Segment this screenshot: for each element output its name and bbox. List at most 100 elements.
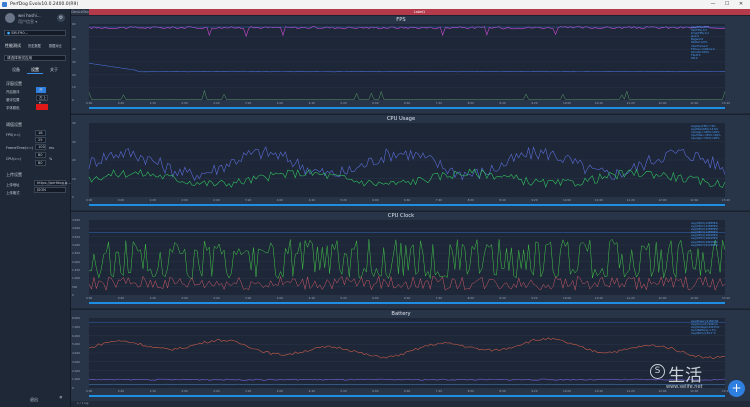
- x-tick-label: 11:20: [626, 296, 635, 300]
- chart-title: Battery: [391, 311, 411, 317]
- upload-format-select[interactable]: JSON: [34, 187, 66, 193]
- x-tick-label: 0:40: [117, 389, 125, 393]
- cpu-unit: %: [49, 157, 53, 161]
- main-area: DeviceTab Label1 FPS 60 50 40 30 20 10 0 0:00 0:4…: [71, 9, 750, 407]
- font-color-swatch[interactable]: [36, 104, 48, 110]
- cpu-threshold-input[interactable]: 80: [35, 152, 46, 158]
- watermark-logo: S: [650, 364, 665, 379]
- x-tick-label: 3:20: [245, 101, 252, 105]
- chart-legend: Avg(FPS):58.4 Var(FPS):0.3 Drop(FPS):0.1 Ja…: [691, 26, 715, 60]
- x-tick-label: 9:20: [531, 198, 538, 202]
- chart-title: CPU Clock: [387, 213, 415, 219]
- watermark-text: 生活: [668, 366, 702, 386]
- legend-entry: Dtt:0: [691, 56, 698, 60]
- frametime-unit: ms: [49, 146, 55, 150]
- chart-svg: [88, 228, 726, 292]
- x-tick-label: 0:40: [117, 101, 125, 105]
- y-tick-label: 3,000: [72, 243, 81, 247]
- time-range-scrollbar[interactable]: [89, 395, 725, 397]
- cpu-threshold-input-2[interactable]: 80: [35, 160, 46, 166]
- x-tick-label: 2:40: [213, 101, 220, 105]
- x-tick-label: 10:00: [563, 101, 572, 105]
- x-tick-label: 6:00: [372, 101, 379, 105]
- x-tick-label: 11:20: [626, 198, 635, 202]
- time-range-scrollbar[interactable]: [89, 302, 725, 304]
- y-tick-label: 20: [72, 72, 76, 77]
- power-series-line: [88, 337, 726, 360]
- x-tick-label: 4:00: [276, 198, 284, 202]
- x-tick-label: 10:40: [594, 296, 603, 300]
- chart-panel-cpu-clock: CPU Clock 4,500 4,000 3,500 3,000 2,500 2,000 1…: [71, 211, 750, 308]
- close-button[interactable]: ✕: [734, 0, 748, 9]
- float-position-select[interactable]: 左上 ▾: [36, 95, 48, 105]
- x-tick-label: 12:40: [690, 296, 699, 300]
- upload-format-label: 上传格式: [6, 191, 20, 195]
- x-tick-label: 2:00: [181, 198, 188, 202]
- chart-panel-cpu-usage: CPU Usage 40 30 20 10 0 0:00 0:40 1:20 2:00 2:40 3:…: [71, 114, 750, 210]
- x-tick-label: 6:40: [404, 101, 411, 105]
- tab-compare[interactable]: 数据对比: [49, 43, 62, 48]
- app-select[interactable]: 请选择测试应用: [4, 55, 66, 61]
- plot-area[interactable]: [88, 220, 726, 295]
- tab-perf-test[interactable]: 性能测试: [5, 43, 21, 49]
- fps-threshold-label: FPS(>=): [6, 133, 21, 137]
- settings-icon[interactable]: ⚙: [57, 14, 65, 22]
- x-tick-label: 2:40: [213, 198, 220, 202]
- x-tick-label: 6:40: [404, 296, 411, 300]
- subtab-device[interactable]: 设备: [12, 67, 20, 73]
- x-tick-label: 12:00: [658, 101, 667, 105]
- x-tick-label: 1:20: [149, 296, 156, 300]
- chart-svg: [88, 141, 726, 188]
- y-tick-label: 60: [72, 22, 76, 26]
- x-tick-label: 7:20: [435, 101, 443, 105]
- x-tick-label: 12:40: [690, 198, 699, 202]
- avatar[interactable]: [5, 13, 15, 23]
- y-tick-label: 30: [72, 60, 76, 64]
- x-tick-label: 8:40: [499, 296, 506, 300]
- y-tick-label: 3,000: [72, 359, 81, 364]
- fps-threshold-input-2[interactable]: 25: [35, 137, 46, 143]
- fps-threshold-input[interactable]: 18: [35, 130, 46, 136]
- time-range-scrollbar[interactable]: [89, 107, 725, 109]
- y-tick-label: 0: [72, 293, 74, 297]
- plot-area[interactable]: [88, 123, 726, 197]
- collapse-sidebar-icon[interactable]: «: [59, 394, 63, 401]
- plot-area[interactable]: [88, 318, 726, 388]
- exit-button[interactable]: 退出: [30, 397, 38, 403]
- window-title: PerfDog Evolv10.0.2400.0(R9): [10, 2, 79, 7]
- x-tick-label: 8:40: [499, 101, 506, 105]
- cpu-big-core-clock-line: [88, 238, 726, 280]
- x-tick-label: 4:40: [308, 198, 315, 202]
- x-tick-label: 5:20: [340, 101, 347, 105]
- plot-area[interactable]: [88, 24, 726, 101]
- cpu-threshold-label: CPU(>=): [6, 157, 22, 161]
- x-tick-label: 11:20: [626, 101, 635, 105]
- device-select[interactable]: ● SM-F90...: [4, 30, 66, 36]
- device-name: SM-F90...: [11, 31, 29, 35]
- x-tick-label: 5:20: [340, 389, 347, 393]
- x-tick-label: 4:00: [276, 296, 284, 300]
- maximize-button[interactable]: ☐: [720, 0, 734, 9]
- y-tick-label: 4,500: [72, 218, 81, 222]
- y-tick-label: 20: [72, 158, 76, 162]
- legend-entry: Avg(CPU7):2179MHz: [691, 243, 718, 247]
- y-tick-label: 8,000: [72, 316, 81, 320]
- opt-pos-label: 悬浮位置: [6, 98, 20, 102]
- x-tick-label: 10:40: [594, 389, 603, 393]
- x-tick-label: 7:20: [435, 198, 443, 202]
- frametime-threshold-input[interactable]: 100: [35, 144, 46, 150]
- upload-url-input[interactable]: https://perfdog.q...: [34, 180, 71, 186]
- y-tick-label: 7,000: [72, 324, 81, 329]
- user-info-link[interactable]: 用户信息 ▾: [18, 19, 37, 25]
- minimize-button[interactable]: —: [706, 0, 720, 9]
- x-tick-label: 1:20: [149, 198, 156, 202]
- time-range-scrollbar[interactable]: [89, 204, 725, 206]
- x-tick-label: 13:20: [722, 101, 731, 105]
- x-tick-label: 5:20: [340, 198, 347, 202]
- y-tick-label: 500: [72, 284, 78, 289]
- subtab-about[interactable]: 关于: [50, 67, 58, 73]
- float-toggle[interactable]: 开: [36, 87, 46, 93]
- add-chart-button[interactable]: +: [728, 380, 745, 397]
- tab-history[interactable]: 历史数据: [28, 43, 41, 48]
- chart-legend: AvgApp(CPU):7.9% AvgTotal(CPU):14.6% CpuAp…: [691, 125, 721, 140]
